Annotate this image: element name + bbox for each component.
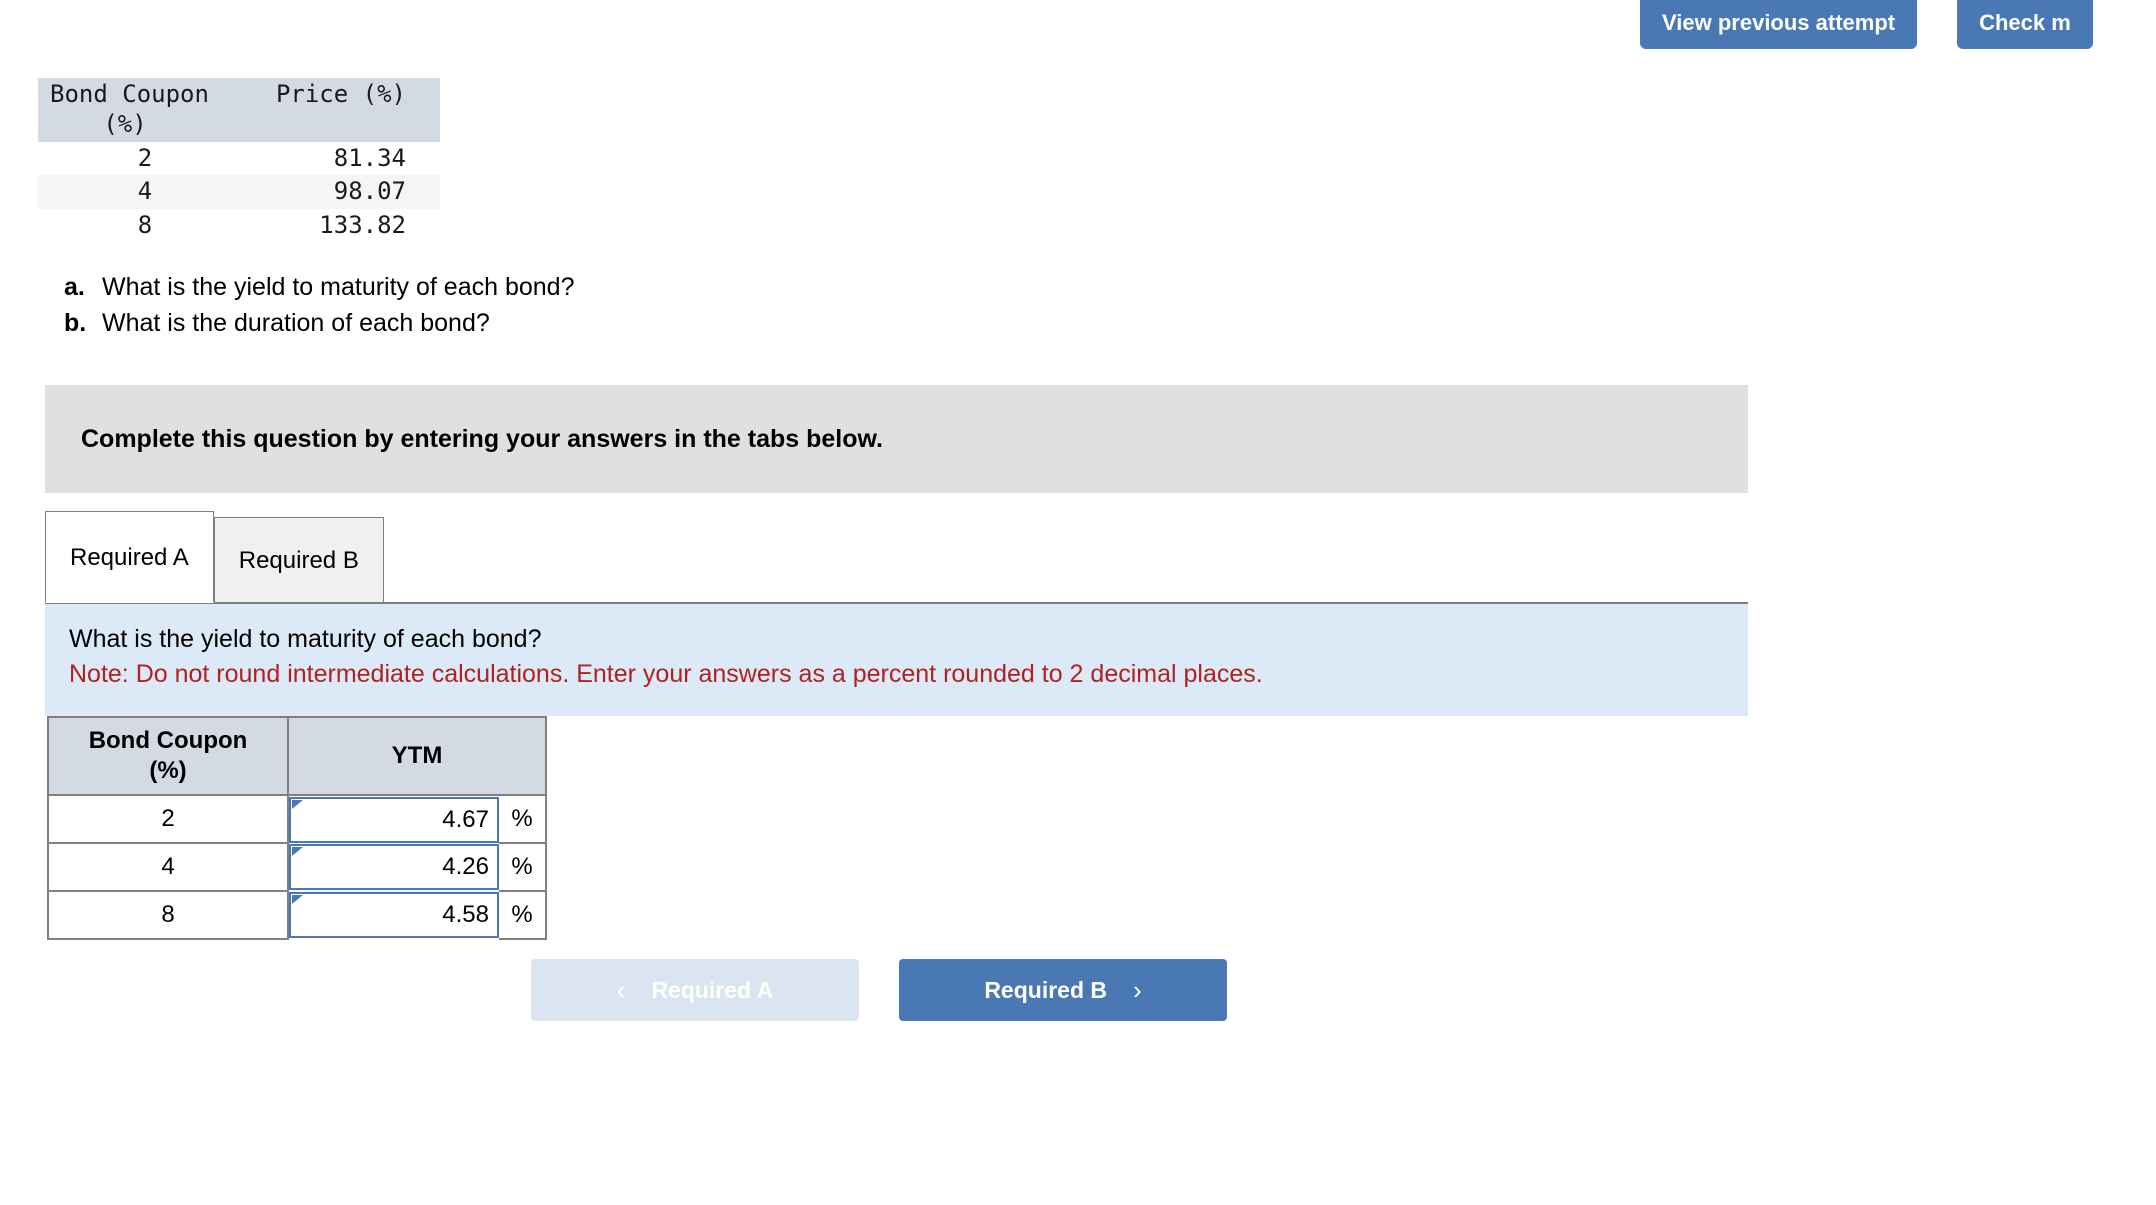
source-coupon-value: 8 bbox=[137, 211, 153, 239]
table-header-row: Bond Coupon (%) YTM bbox=[47, 716, 547, 796]
previous-button-label: Required A bbox=[651, 976, 774, 1003]
prompt-question-text: What is the yield to maturity of each bo… bbox=[69, 625, 542, 653]
percent-unit-label: % bbox=[499, 842, 547, 892]
table-row: 2 % bbox=[47, 794, 547, 844]
ytm-input-cell bbox=[288, 891, 499, 939]
top-action-bar: View previous attempt Check m bbox=[1640, 0, 2093, 50]
tab-navigation: ‹ Required A Required B › bbox=[531, 959, 1227, 1021]
answer-ytm-header: YTM bbox=[287, 716, 547, 796]
source-coupon-header: Bond Coupon (%) bbox=[38, 78, 254, 142]
instruction-banner: Complete this question by entering your … bbox=[45, 385, 1748, 493]
question-text: What is the duration of each bond? bbox=[102, 308, 490, 337]
question-item-a: a. What is the yield to maturity of each… bbox=[64, 270, 574, 306]
bond-price-table: Bond Coupon (%) Price (%) 2 81.34 4 98.0… bbox=[38, 78, 440, 243]
percent-unit-label: % bbox=[499, 890, 547, 940]
chevron-left-icon: ‹ bbox=[616, 974, 626, 1005]
next-required-b-button[interactable]: Required B › bbox=[899, 959, 1227, 1021]
answer-coupon-header-line1: Bond Coupon bbox=[88, 727, 248, 754]
answer-coupon-header-line2: (%) bbox=[149, 757, 187, 784]
question-list: a. What is the yield to maturity of each… bbox=[64, 270, 574, 341]
source-price-value: 133.82 bbox=[319, 211, 406, 239]
source-coupon-value: 4 bbox=[38, 175, 254, 209]
ytm-input-wrapper bbox=[289, 844, 499, 890]
source-coupon-value: 2 bbox=[137, 143, 153, 172]
source-price-value: 81.34 bbox=[333, 143, 406, 172]
answer-coupon-value: 2 bbox=[47, 794, 289, 844]
prompt-panel: What is the yield to maturity of each bo… bbox=[45, 604, 1748, 716]
ytm-input-wrapper bbox=[289, 892, 499, 938]
answer-coupon-value: 4 bbox=[47, 842, 289, 892]
instruction-banner-text: Complete this question by entering your … bbox=[81, 424, 883, 453]
prompt-note-text: Note: Do not round intermediate calculat… bbox=[69, 659, 1263, 688]
table-row: 8 % bbox=[47, 890, 547, 940]
ytm-answer-table: Bond Coupon (%) YTM 2 % 4 bbox=[47, 716, 547, 940]
table-row: 4 % bbox=[47, 842, 547, 892]
table-row: 8 133.82 bbox=[38, 209, 440, 243]
chevron-right-icon: › bbox=[1133, 974, 1142, 1005]
tab-required-a[interactable]: Required A bbox=[45, 511, 214, 603]
source-coupon-header-line1: Bond Coupon bbox=[50, 80, 209, 108]
tab-required-b[interactable]: Required B bbox=[213, 517, 384, 603]
source-price-value: 98.07 bbox=[254, 175, 440, 209]
source-coupon-header-line2: (%) bbox=[103, 109, 147, 138]
question-text: What is the yield to maturity of each bo… bbox=[102, 273, 575, 301]
percent-unit-label: % bbox=[499, 794, 547, 844]
ytm-input-cell bbox=[288, 843, 499, 891]
source-price-header: Price (%) bbox=[254, 78, 440, 142]
previous-required-a-button[interactable]: ‹ Required A bbox=[531, 959, 859, 1021]
check-my-work-button[interactable]: Check m bbox=[1957, 0, 2093, 50]
ytm-input-row-3[interactable] bbox=[289, 892, 499, 938]
tab-strip: Required A Required B bbox=[45, 511, 384, 603]
question-item-b: b. What is the duration of each bond? bbox=[64, 306, 574, 342]
next-button-label: Required B bbox=[984, 976, 1107, 1003]
question-letter: a. bbox=[64, 273, 85, 301]
ytm-input-row-1[interactable] bbox=[289, 796, 499, 843]
ytm-input-wrapper bbox=[289, 796, 499, 843]
table-row: 2 81.34 bbox=[38, 142, 440, 176]
table-header-row: Bond Coupon (%) Price (%) bbox=[38, 78, 440, 142]
ytm-input-cell bbox=[288, 795, 499, 843]
table-row: 4 98.07 bbox=[38, 175, 440, 209]
ytm-input-row-2[interactable] bbox=[289, 844, 499, 890]
question-letter: b. bbox=[64, 308, 87, 337]
view-previous-attempt-button[interactable]: View previous attempt bbox=[1640, 0, 1918, 50]
answer-coupon-header: Bond Coupon (%) bbox=[47, 716, 289, 796]
answer-coupon-value: 8 bbox=[47, 890, 289, 940]
